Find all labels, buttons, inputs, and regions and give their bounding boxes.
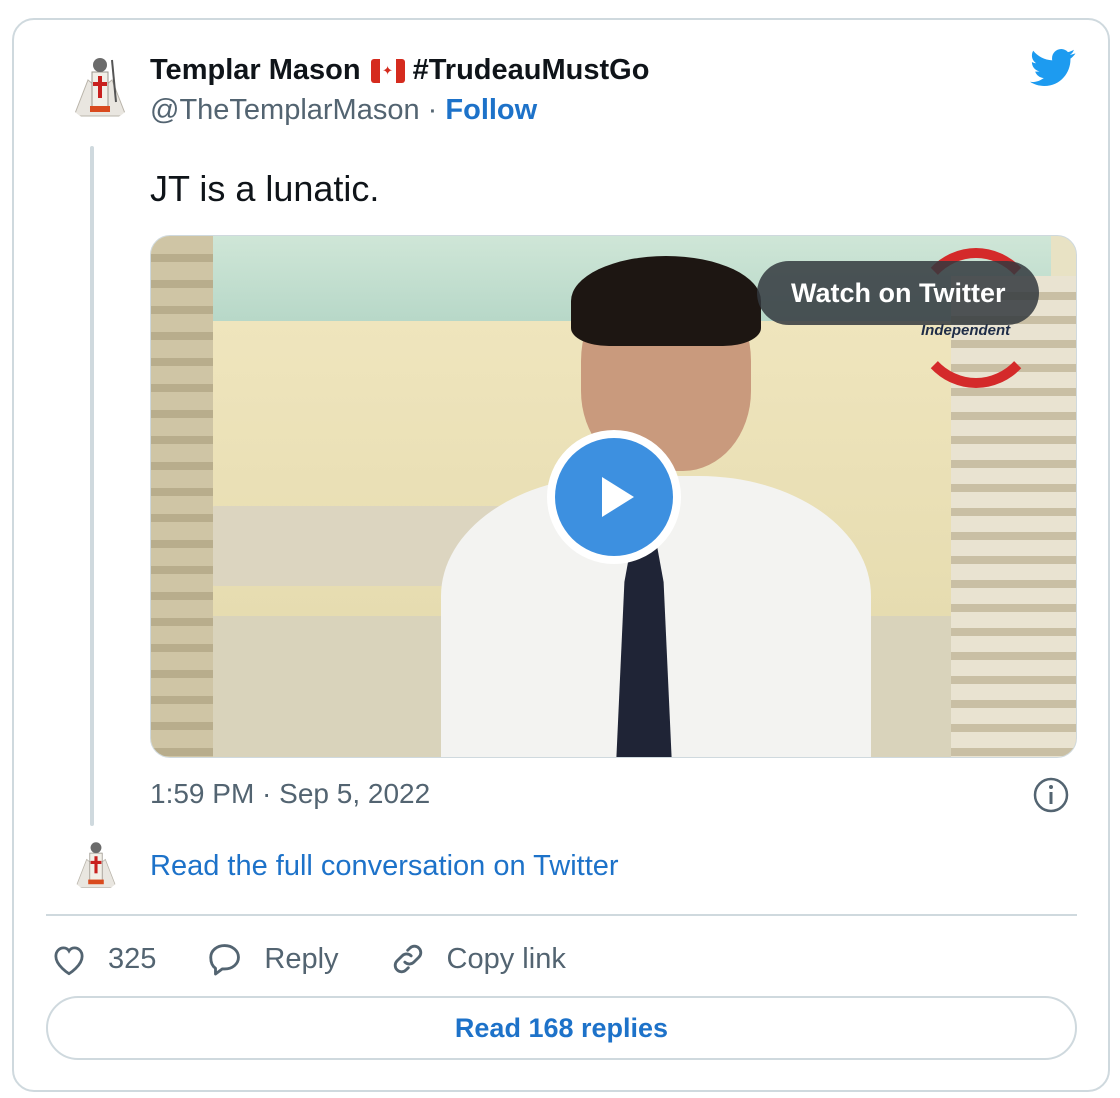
play-icon <box>602 477 634 517</box>
video-thumbnail[interactable]: Independent Watch on Twitter <box>150 235 1077 758</box>
reply-label: Reply <box>264 942 339 975</box>
read-full-conversation-link[interactable]: Read the full conversation on Twitter <box>150 850 619 883</box>
watch-on-twitter-button[interactable]: Watch on Twitter <box>757 261 1040 325</box>
play-button[interactable] <box>547 430 681 564</box>
read-replies-button[interactable]: Read 168 replies <box>46 996 1077 1060</box>
watch-on-twitter-label: Watch on Twitter <box>791 277 1006 308</box>
tweet-timestamp[interactable]: 1:59 PM · Sep 5, 2022 <box>150 778 430 810</box>
divider <box>46 914 1077 916</box>
like-button[interactable]: 325 <box>50 942 156 976</box>
like-count: 325 <box>108 942 157 975</box>
reply-avatar[interactable] <box>68 836 124 892</box>
author-name[interactable]: Templar Mason <box>150 54 361 87</box>
follow-button[interactable]: Follow <box>445 94 537 126</box>
copy-link-label: Copy link <box>446 942 566 975</box>
author-handle-line: @TheTemplarMason · Follow <box>150 94 537 127</box>
tweet-text: JT is a lunatic. <box>150 168 380 209</box>
play-button-circle <box>555 438 673 556</box>
action-bar: 325 Reply Copy link <box>50 934 616 984</box>
author-display-name[interactable]: Templar Mason ✦ #TrudeauMustGo <box>150 54 649 87</box>
author-avatar[interactable] <box>64 50 136 122</box>
reply-bubble-icon <box>209 944 241 976</box>
video-curtain-left <box>151 236 213 757</box>
templar-knight-icon <box>64 50 136 122</box>
handle-separator: · <box>419 94 446 126</box>
info-icon[interactable] <box>1032 776 1070 814</box>
link-icon <box>393 944 422 974</box>
twitter-bird-icon[interactable] <box>1030 48 1076 88</box>
copy-link-button[interactable]: Copy link <box>389 940 566 978</box>
read-replies-label: Read 168 replies <box>454 1012 669 1043</box>
reply-button[interactable]: Reply <box>206 941 339 977</box>
heart-icon <box>54 946 84 976</box>
author-handle[interactable]: @TheTemplarMason <box>150 94 420 126</box>
thread-line <box>90 146 94 826</box>
canada-flag-icon: ✦ <box>370 58 405 83</box>
templar-knight-icon <box>68 836 124 892</box>
video-person-hair <box>571 256 761 346</box>
author-hashtag[interactable]: #TrudeauMustGo <box>413 54 650 87</box>
